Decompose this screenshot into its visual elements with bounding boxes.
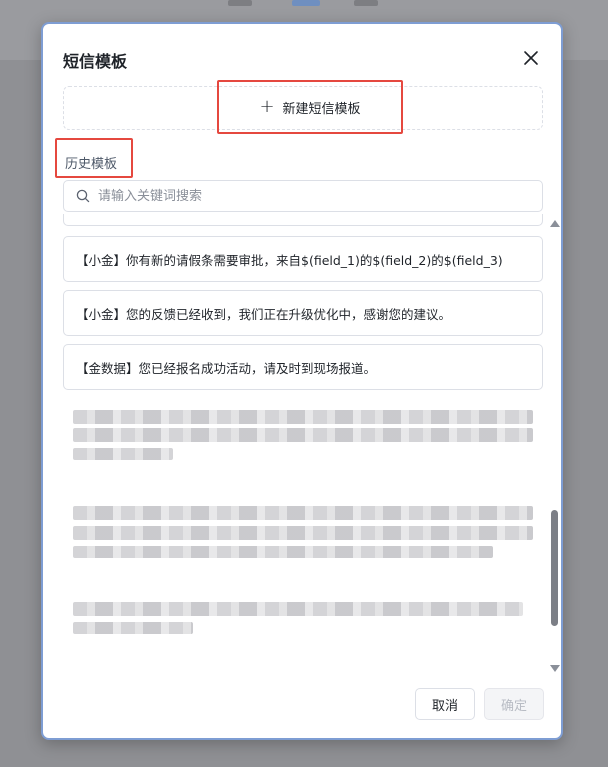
template-text: 【小金】您的反馈已经收到，我们正在升级优化中，感谢您的建议。 (76, 306, 452, 322)
blurred-content (73, 428, 533, 442)
cancel-button[interactable]: 取消 (415, 688, 475, 720)
blurred-content (73, 448, 173, 460)
close-button[interactable] (521, 48, 541, 68)
plus-icon: + (259, 96, 275, 117)
dialog-title: 短信模板 (63, 52, 128, 71)
confirm-button[interactable]: 确定 (484, 688, 544, 720)
close-icon (524, 51, 538, 65)
blurred-content (73, 526, 533, 540)
template-card[interactable]: 【小金】你有新的请假条需要审批，来自$(field_1)的$(field_2)的… (63, 236, 543, 282)
template-card-partial[interactable] (63, 214, 543, 226)
new-template-button[interactable]: + 新建短信模板 (217, 80, 403, 134)
sms-template-dialog: 短信模板 + 新建短信模板 历史模板 【小金】你有新的请假条需要审批，来自$(f… (41, 22, 563, 740)
template-list: 【小金】你有新的请假条需要审批，来自$(field_1)的$(field_2)的… (63, 214, 543, 672)
scroll-down-arrow-icon[interactable] (550, 665, 560, 672)
template-card[interactable]: 【金数据】您已经报名成功活动，请及时到现场报道。 (63, 344, 543, 390)
blurred-content (73, 506, 533, 520)
background-tab (228, 0, 252, 6)
search-box (63, 180, 543, 212)
blurred-content (73, 622, 193, 634)
history-templates-label: 历史模板 (55, 138, 133, 178)
new-template-label: 新建短信模板 (282, 101, 361, 117)
template-text: 【金数据】您已经报名成功活动，请及时到现场报道。 (76, 360, 377, 376)
template-card[interactable]: 【小金】您的反馈已经收到，我们正在升级优化中，感谢您的建议。 (63, 290, 543, 336)
blurred-content (73, 410, 533, 424)
blurred-content (73, 602, 523, 616)
list-scrollbar[interactable] (547, 220, 563, 672)
scrollbar-thumb[interactable] (551, 510, 558, 626)
blurred-content (73, 546, 493, 558)
scroll-up-arrow-icon[interactable] (550, 220, 560, 227)
template-text: 【小金】你有新的请假条需要审批，来自$(field_1)的$(field_2)的… (76, 252, 503, 268)
background-tab-active (292, 0, 320, 6)
background-tab (354, 0, 378, 6)
search-input[interactable] (96, 187, 542, 205)
search-icon (76, 189, 90, 203)
